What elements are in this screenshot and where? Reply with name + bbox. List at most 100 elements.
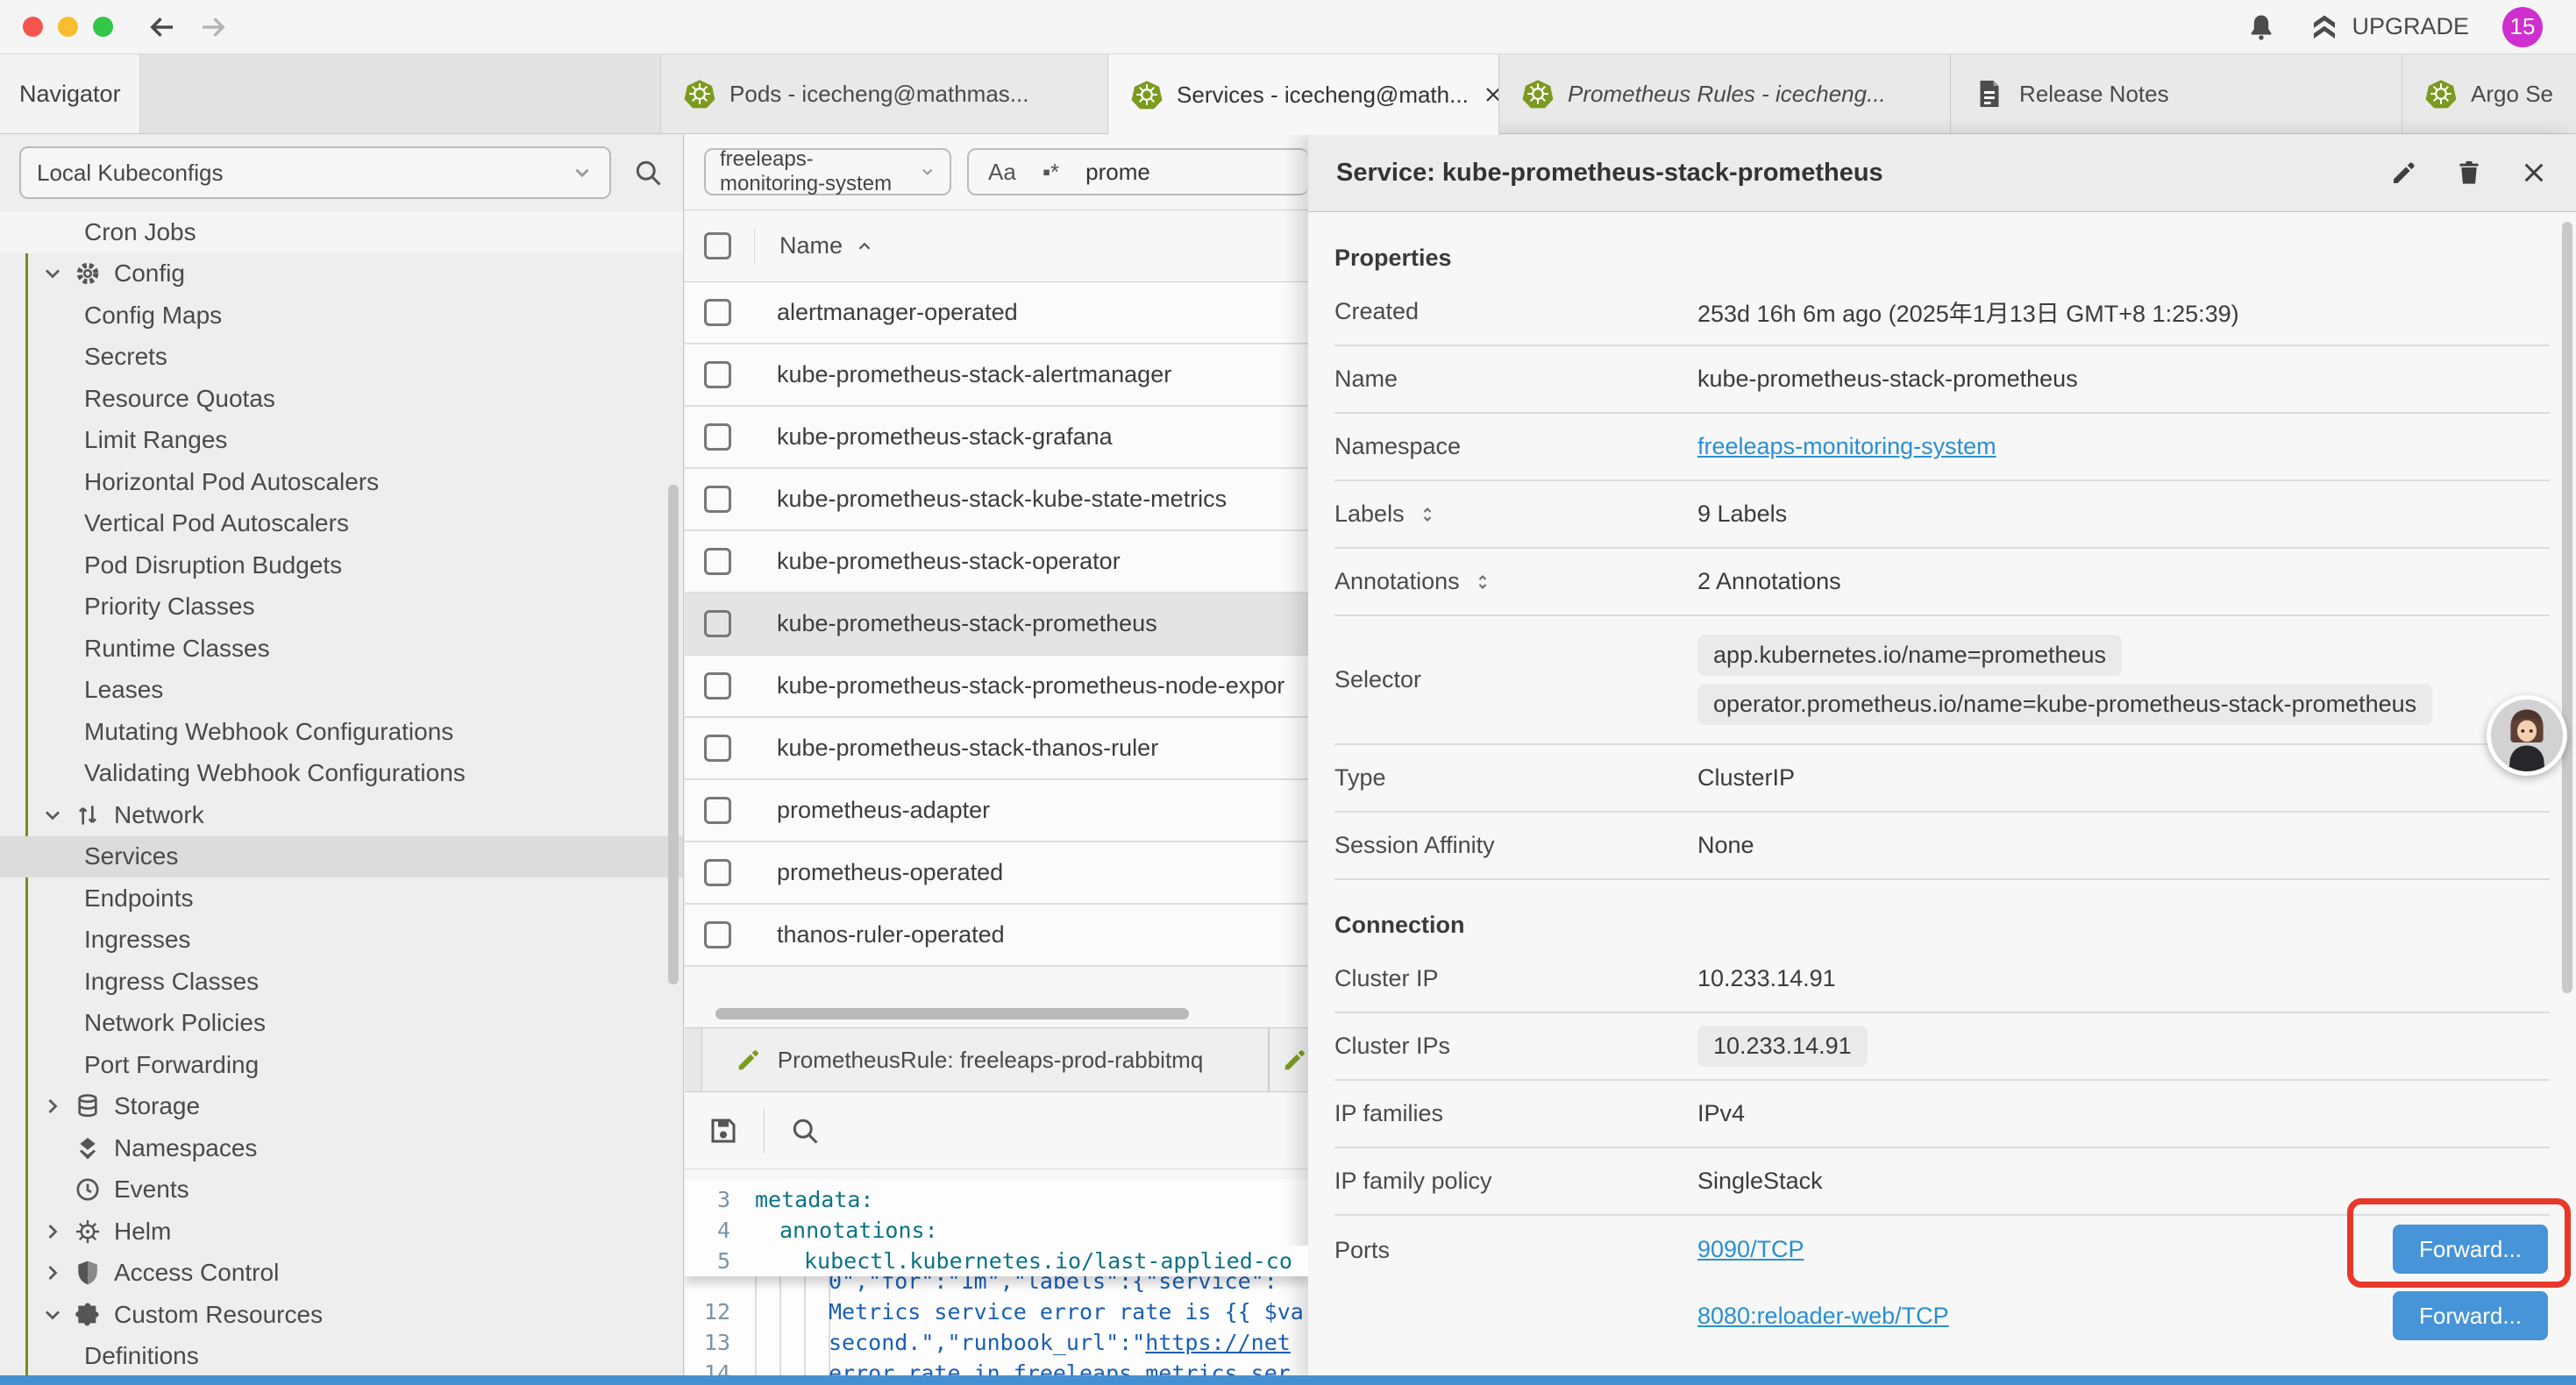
save-icon[interactable] (708, 1115, 739, 1147)
sidebar-item-services[interactable]: Services (0, 836, 683, 878)
sidebar-item-port-forwarding[interactable]: Port Forwarding (0, 1044, 683, 1086)
row-checkbox[interactable] (704, 672, 731, 700)
sidebar-search-icon[interactable] (632, 157, 664, 188)
row-checkbox[interactable] (704, 797, 731, 824)
back-icon[interactable] (146, 11, 178, 43)
close-drawer-icon[interactable] (2520, 159, 2548, 187)
forward-button[interactable]: Forward... (2393, 1291, 2548, 1340)
chevron-right-icon[interactable] (40, 1094, 65, 1119)
chevron-down-icon[interactable] (40, 261, 65, 286)
sidebar-item-validating-webhook-configurations[interactable]: Validating Webhook Configurations (0, 753, 683, 795)
sidebar-item-resource-quotas[interactable]: Resource Quotas (0, 378, 683, 420)
app-tab-services-icecheng-math[interactable]: Services - icecheng@math... (1108, 54, 1499, 135)
sidebar-item-leases[interactable]: Leases (0, 670, 683, 712)
sidebar-item-limit-ranges[interactable]: Limit Ranges (0, 420, 683, 462)
sidebar-item-ingresses[interactable]: Ingresses (0, 920, 683, 962)
match-case-toggle[interactable]: Aa (988, 159, 1016, 186)
navigator-tab[interactable]: Navigator (0, 54, 140, 133)
regex-toggle[interactable]: ▪* (1042, 159, 1059, 186)
delete-service-icon[interactable] (2455, 159, 2483, 187)
app-tab-pods-icecheng-mathmas[interactable]: Pods - icecheng@mathmas... (661, 54, 1108, 133)
chevron-right-icon[interactable] (40, 1261, 65, 1285)
sidebar-item-endpoints[interactable]: Endpoints (0, 877, 683, 920)
row-checkbox[interactable] (704, 299, 731, 326)
namespace-link[interactable]: freeleaps-monitoring-system (1697, 433, 1996, 459)
close-window-button[interactable] (23, 17, 43, 37)
expand-collapse-icon[interactable] (1472, 572, 1493, 593)
notification-count-badge[interactable]: 15 (2502, 7, 2543, 47)
select-all-checkbox[interactable] (704, 232, 731, 259)
sidebar-item-custom-resources[interactable]: Custom Resources (0, 1294, 683, 1336)
table-row-prometheus-adapter[interactable]: prometheus-adapter (685, 780, 1308, 842)
chevron-down-icon[interactable] (40, 803, 65, 827)
chevron-icon[interactable] (40, 1136, 65, 1161)
sidebar-scrollbar[interactable] (668, 485, 679, 984)
table-row-kube-prometheus-stack-operator[interactable]: kube-prometheus-stack-operator (685, 531, 1308, 593)
editor-search-icon[interactable] (789, 1115, 821, 1147)
row-checkbox[interactable] (704, 361, 731, 388)
sidebar-item-ingress-classes[interactable]: Ingress Classes (0, 961, 683, 1003)
maximize-window-button[interactable] (93, 17, 113, 37)
sidebar-item-config-maps[interactable]: Config Maps (0, 295, 683, 337)
sidebar-item-vertical-pod-autoscalers[interactable]: Vertical Pod Autoscalers (0, 503, 683, 545)
sidebar-item-storage[interactable]: Storage (0, 1086, 683, 1128)
yaml-editor[interactable]: 3 metadata: 4 annotations: 5 kubectl.kub… (685, 1179, 1308, 1385)
table-row-kube-prometheus-stack-prometheus[interactable]: kube-prometheus-stack-prometheus (685, 593, 1308, 656)
app-tab-argo-se[interactable]: Argo Se (2402, 54, 2576, 133)
horizontal-scrollbar[interactable] (715, 1008, 1189, 1019)
row-checkbox[interactable] (704, 921, 731, 948)
sidebar-item-secrets[interactable]: Secrets (0, 337, 683, 379)
sidebar-item-network-policies[interactable]: Network Policies (0, 1003, 683, 1045)
row-checkbox[interactable] (704, 859, 731, 886)
table-row-prometheus-operated[interactable]: prometheus-operated (685, 842, 1308, 905)
sidebar-item-pod-disruption-budgets[interactable]: Pod Disruption Budgets (0, 544, 683, 586)
table-row-alertmanager-operated[interactable]: alertmanager-operated (685, 282, 1308, 344)
upgrade-button[interactable]: UPGRADE (2309, 12, 2469, 42)
close-tab-icon[interactable] (1483, 84, 1499, 105)
sidebar-item-network[interactable]: Network (0, 794, 683, 836)
row-checkbox[interactable] (704, 486, 731, 513)
row-checkbox[interactable] (704, 610, 731, 637)
table-row-kube-prometheus-stack-prometheus-node-expor[interactable]: kube-prometheus-stack-prometheus-node-ex… (685, 656, 1308, 718)
sidebar-item-helm[interactable]: Helm (0, 1211, 683, 1253)
forward-button[interactable]: Forward... (2393, 1225, 2548, 1274)
table-row-thanos-ruler-operated[interactable]: thanos-ruler-operated (685, 905, 1308, 967)
sidebar-item-priority-classes[interactable]: Priority Classes (0, 586, 683, 629)
row-checkbox[interactable] (704, 548, 731, 575)
sidebar-item-definitions[interactable]: Definitions (0, 1336, 683, 1378)
namespace-filter-dropdown[interactable]: freeleaps-monitoring-system (704, 148, 951, 195)
table-row-kube-prometheus-stack-grafana[interactable]: kube-prometheus-stack-grafana (685, 407, 1308, 469)
search-input[interactable]: Aa ▪* prome (967, 148, 1308, 195)
sort-ascending-icon[interactable] (855, 237, 874, 256)
forward-icon[interactable] (197, 11, 229, 43)
chevron-right-icon[interactable] (40, 1219, 65, 1244)
minimize-window-button[interactable] (58, 17, 78, 37)
table-row-kube-prometheus-stack-alertmanager[interactable]: kube-prometheus-stack-alertmanager (685, 344, 1308, 407)
sidebar-item-runtime-classes[interactable]: Runtime Classes (0, 628, 683, 670)
port-link[interactable]: 8080:reloader-web/TCP (1697, 1303, 1949, 1330)
sidebar-item-horizontal-pod-autoscalers[interactable]: Horizontal Pod Autoscalers (0, 461, 683, 503)
sidebar-item-mutating-webhook-configurations[interactable]: Mutating Webhook Configurations (0, 711, 683, 753)
row-checkbox[interactable] (704, 735, 731, 762)
sidebar-item-access-control[interactable]: Access Control (0, 1253, 683, 1295)
sidebar-item-events[interactable]: Events (0, 1169, 683, 1211)
detail-scrollbar[interactable] (2562, 222, 2572, 993)
app-tab-prometheus-rules-icecheng[interactable]: Prometheus Rules - icecheng... (1499, 54, 1951, 133)
chevron-icon[interactable] (40, 1177, 65, 1202)
code-link[interactable]: https://net (1145, 1330, 1291, 1355)
expand-collapse-icon[interactable] (1417, 504, 1438, 525)
sidebar-item-namespaces[interactable]: Namespaces (0, 1127, 683, 1169)
editor-tab-partial[interactable] (1269, 1028, 1308, 1091)
kubeconfig-selector[interactable]: Local Kubeconfigs (19, 146, 611, 199)
row-checkbox[interactable] (704, 423, 731, 451)
table-row-kube-prometheus-stack-thanos-ruler[interactable]: kube-prometheus-stack-thanos-ruler (685, 718, 1308, 780)
app-tab-release-notes[interactable]: Release Notes (1951, 54, 2402, 133)
table-row-kube-prometheus-stack-kube-state-metrics[interactable]: kube-prometheus-stack-kube-state-metrics (685, 469, 1308, 531)
avatar[interactable] (2487, 695, 2567, 776)
edit-service-icon[interactable] (2390, 159, 2418, 187)
sidebar-item-cron-jobs[interactable]: Cron Jobs (0, 211, 683, 253)
sidebar-item-config[interactable]: Config (0, 253, 683, 295)
editor-tab-prometheusrule[interactable]: PrometheusRule: freeleaps-prod-rabbitmq (701, 1028, 1269, 1091)
notifications-bell-icon[interactable] (2246, 12, 2276, 42)
port-link[interactable]: 9090/TCP (1697, 1236, 1804, 1263)
